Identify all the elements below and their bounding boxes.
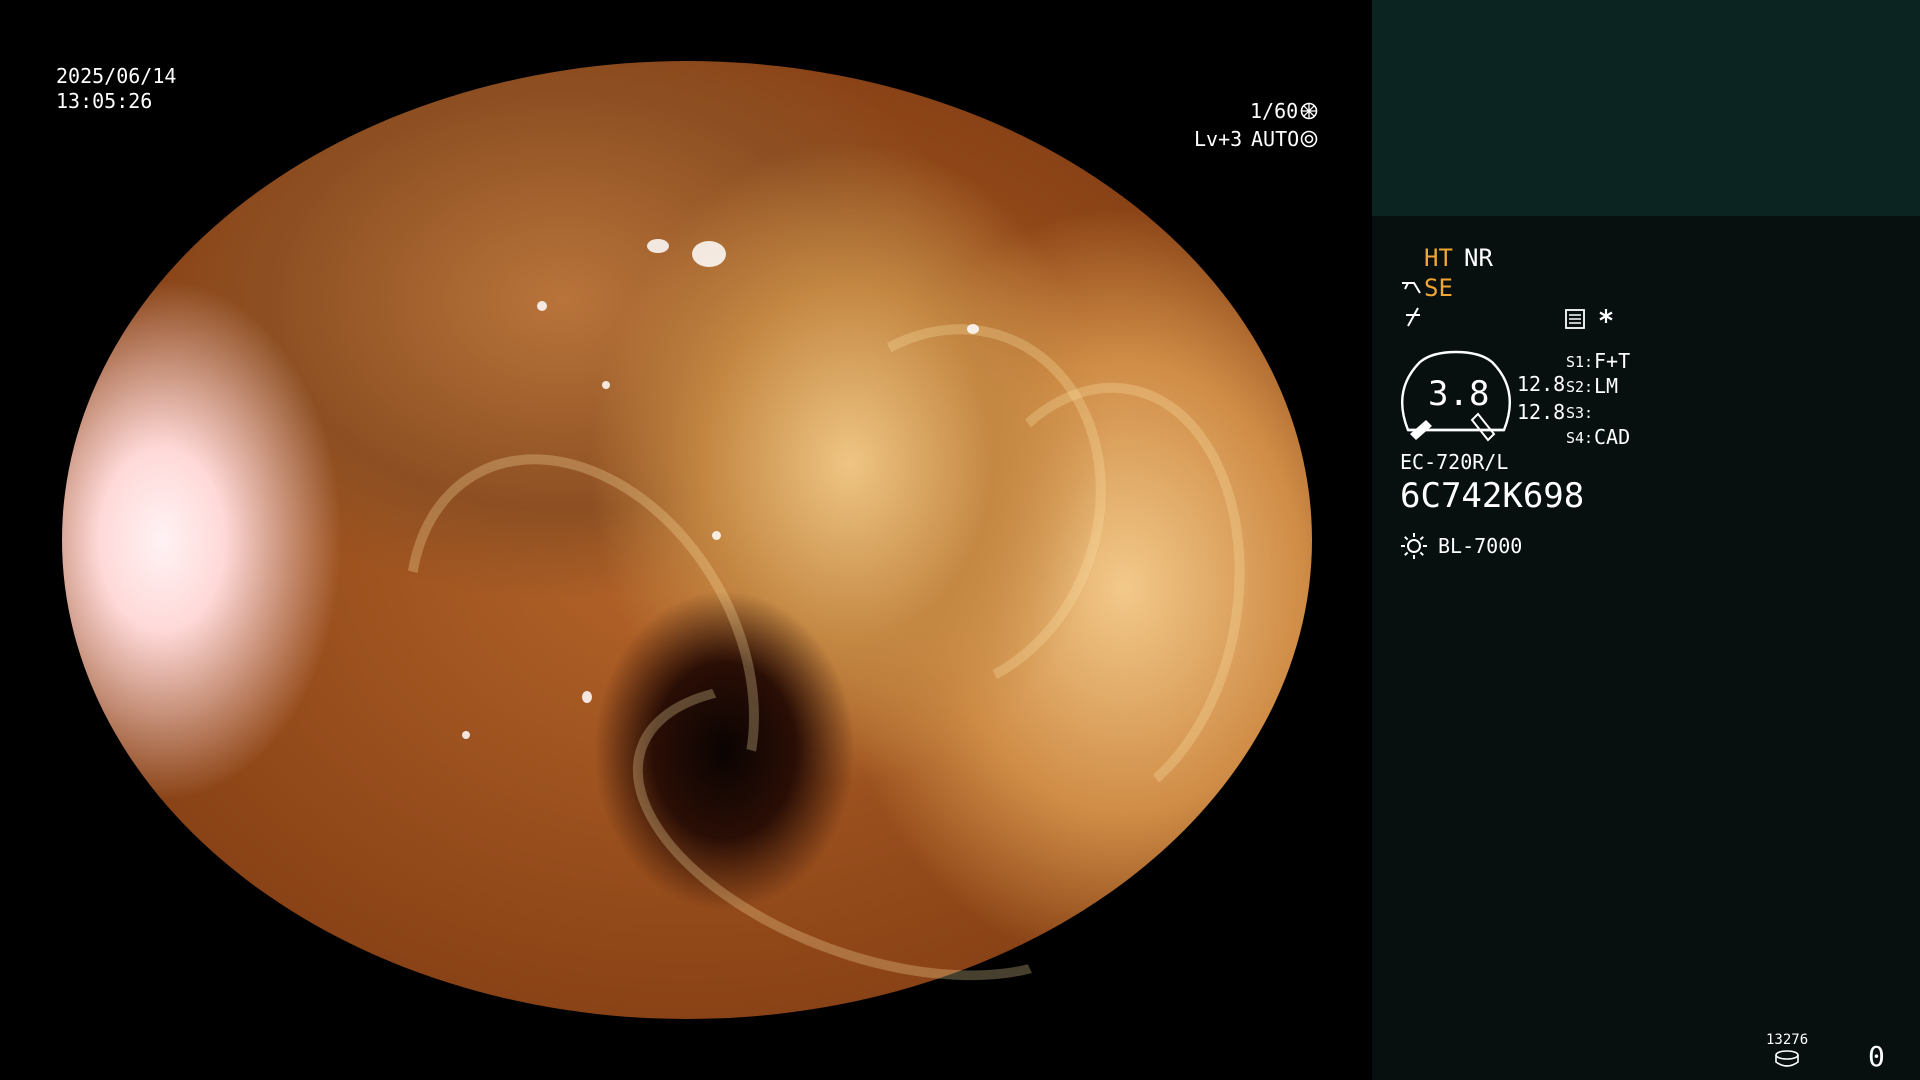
time-label: 13:05:26 (56, 89, 153, 113)
s2-value: LM (1594, 374, 1619, 398)
freeze-icon (1402, 306, 1424, 332)
light-source-icon (1400, 532, 1428, 564)
panel-header-area (1372, 0, 1920, 216)
endoscopic-image (62, 61, 1312, 1039)
s4-value: CAD (1594, 425, 1631, 449)
value-1: 12.8 (1517, 372, 1566, 396)
iris-icon (1300, 130, 1318, 152)
info-panel: HT NR SE 3.8 12.8 12.8 S1: F+T S2: LM S3… (1372, 0, 1920, 1080)
specular-highlight (602, 381, 610, 389)
viewport-mask (0, 0, 1372, 61)
specular-highlight (582, 691, 592, 703)
frame-counter: 0 (1868, 1040, 1885, 1073)
scope-serial: 6C742K698 (1400, 476, 1585, 516)
mode-se: SE (1424, 274, 1453, 302)
s4-label: S4: (1566, 429, 1594, 447)
viewport-mask (0, 1019, 1372, 1080)
specular-highlight (692, 241, 726, 267)
date-label: 2025/06/14 (56, 64, 177, 88)
storage-icon (1774, 1050, 1800, 1072)
iris-mode: AUTO (1251, 127, 1300, 151)
endoscope-viewport: 2025/06/14 13:05:26 1/60 Lv+3 AUTO (0, 0, 1372, 1080)
value-2: 12.8 (1517, 400, 1566, 424)
specular-highlight (967, 324, 979, 334)
specular-highlight (537, 301, 547, 311)
light-source-label: BL-7000 (1438, 534, 1523, 558)
menu-icon (1564, 308, 1586, 334)
storage-count: 13276 (1766, 1032, 1809, 1048)
s2-label: S2: (1566, 378, 1594, 396)
level-label: Lv+3 (1194, 127, 1243, 151)
scope-tip-icon (1400, 277, 1424, 301)
specular-highlight (712, 531, 721, 540)
s3-label: S3: (1566, 404, 1594, 422)
s1-label: S1: (1566, 353, 1594, 371)
specular-highlight (647, 239, 669, 253)
zoom-value: 3.8 (1428, 374, 1490, 414)
mode-nr: NR (1464, 244, 1493, 272)
mode-ht: HT (1424, 244, 1453, 272)
asterisk-icon (1596, 306, 1616, 330)
shutter-speed: 1/60 (1250, 99, 1299, 123)
specular-highlight (462, 731, 470, 739)
scope-model: EC-720R/L (1400, 450, 1509, 474)
s1-value: F+T (1594, 349, 1631, 373)
shutter-icon (1300, 102, 1318, 124)
